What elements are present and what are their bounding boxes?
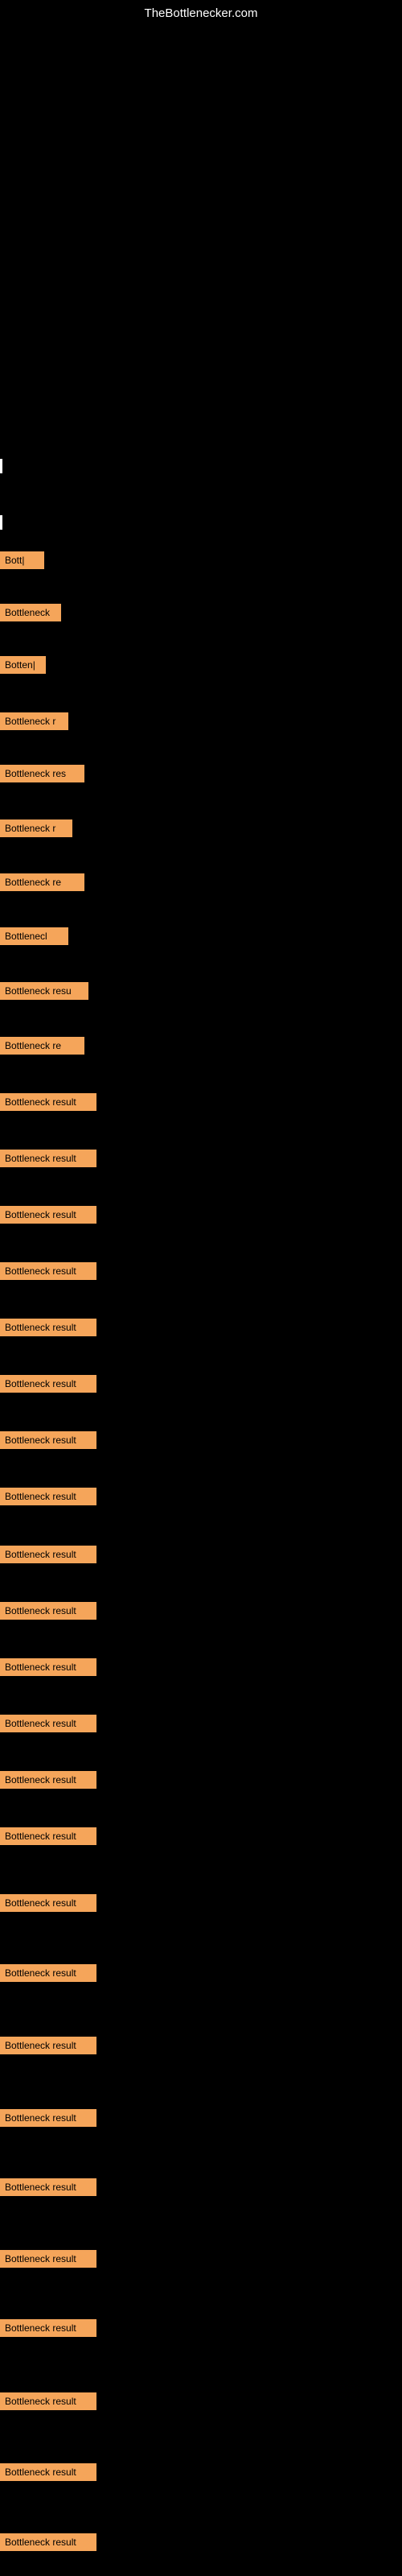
bottleneck-result-item: Bottleneck r: [0, 712, 68, 730]
bottleneck-result-item: Bottleneck result: [0, 1488, 96, 1505]
bottleneck-result-item: Bottleneck resu: [0, 982, 88, 1000]
bottleneck-result-item: Bottleneck result: [0, 2463, 96, 2481]
bottleneck-result-item: Bottlenecl: [0, 927, 68, 945]
bottleneck-result-item: Bottleneck result: [0, 1715, 96, 1732]
bottleneck-result-item: Bottleneck result: [0, 2109, 96, 2127]
bottleneck-result-item: Bottleneck result: [0, 1602, 96, 1620]
bottleneck-result-item: Bottleneck result: [0, 1431, 96, 1449]
bottleneck-result-item: Bottleneck result: [0, 1827, 96, 1845]
bottleneck-result-item: Bottleneck result: [0, 1546, 96, 1563]
cursor-line-1: [0, 459, 2, 473]
bottleneck-result-item: Bottleneck result: [0, 1771, 96, 1789]
bottleneck-result-item: Botten|: [0, 656, 46, 674]
site-title: TheBottlenecker.com: [145, 6, 258, 20]
bottleneck-result-item: Bottleneck result: [0, 1150, 96, 1167]
cursor-line-2: [0, 515, 2, 530]
bottleneck-result-item: Bottleneck r: [0, 819, 72, 837]
bottleneck-result-item: Bottleneck result: [0, 2392, 96, 2410]
bottleneck-result-item: Bottleneck res: [0, 765, 84, 782]
bottleneck-result-item: Bottleneck re: [0, 1037, 84, 1055]
bottleneck-result-item: Bottleneck result: [0, 1319, 96, 1336]
bottleneck-result-item: Bottleneck result: [0, 1206, 96, 1224]
bottleneck-result-item: Bottleneck re: [0, 873, 84, 891]
bottleneck-result-item: Bottleneck result: [0, 1093, 96, 1111]
bottleneck-result-item: Bottleneck result: [0, 2533, 96, 2551]
bottleneck-result-item: Bottleneck result: [0, 2178, 96, 2196]
bottleneck-result-item: Bottleneck result: [0, 2319, 96, 2337]
bottleneck-result-item: Bottleneck result: [0, 1262, 96, 1280]
bottleneck-result-item: Bottleneck result: [0, 2250, 96, 2268]
bottleneck-result-item: Bottleneck result: [0, 2037, 96, 2054]
bottleneck-result-item: Bottleneck result: [0, 1964, 96, 1982]
bottleneck-result-item: Bottleneck result: [0, 1375, 96, 1393]
bottleneck-result-item: Bottleneck: [0, 604, 61, 621]
bottleneck-result-item: Bottleneck result: [0, 1894, 96, 1912]
bottleneck-result-item: Bottleneck result: [0, 1658, 96, 1676]
bottleneck-result-item: Bott|: [0, 551, 44, 569]
